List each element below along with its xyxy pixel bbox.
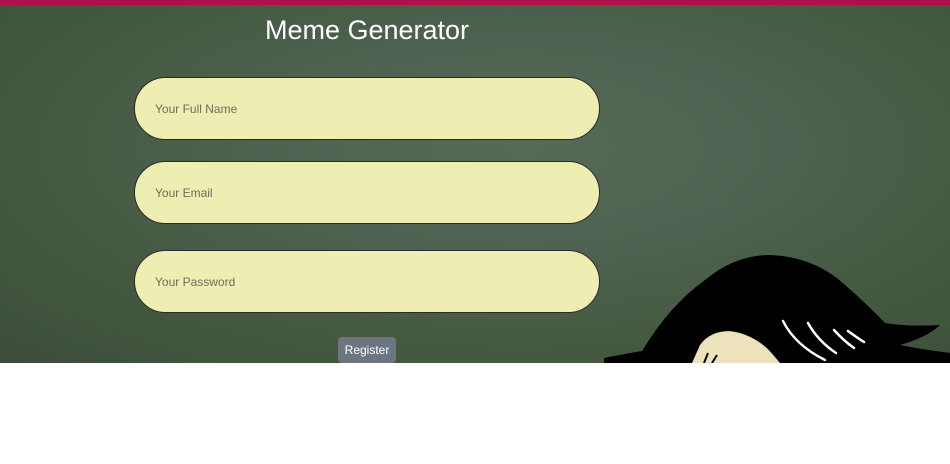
- character-hair: [604, 255, 950, 363]
- cartoon-character-illustration: [604, 255, 950, 363]
- hero-section: Meme Generator Register: [0, 5, 950, 363]
- email-input[interactable]: [134, 161, 600, 224]
- page: Meme Generator Register: [0, 0, 950, 464]
- page-title: Meme Generator: [264, 15, 470, 45]
- register-button[interactable]: Register: [338, 337, 396, 363]
- blank-footer-area: [0, 363, 950, 464]
- full-name-input[interactable]: [134, 77, 600, 140]
- password-input[interactable]: [134, 250, 600, 313]
